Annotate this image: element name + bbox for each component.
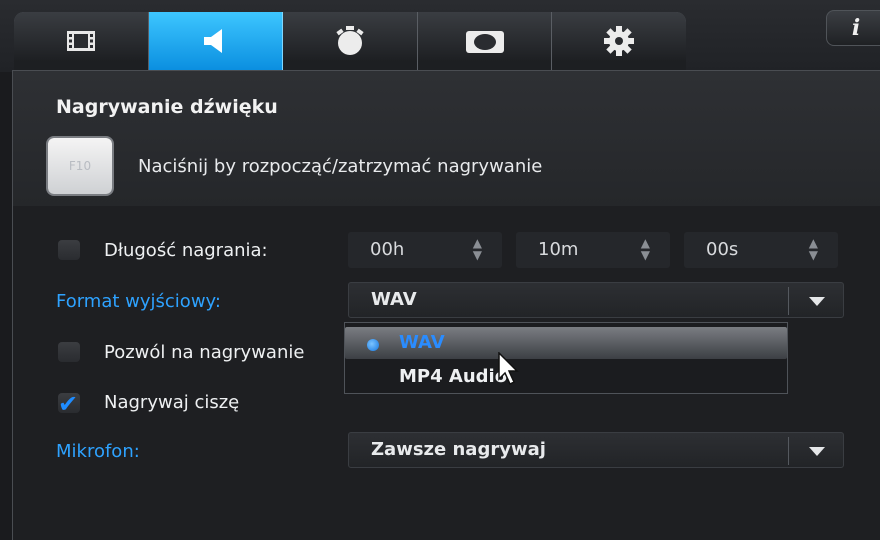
- stopwatch-icon: [336, 26, 364, 55]
- stepper-arrows-icon[interactable]: ▲ ▼: [641, 237, 650, 261]
- hours-value: 00h: [370, 239, 405, 260]
- output-format-dropdown: WAV MP4 Audio: [344, 322, 788, 394]
- record-silence-label: Nagrywaj ciszę: [104, 392, 240, 413]
- dropdown-option-mp4-audio[interactable]: MP4 Audio: [345, 361, 787, 393]
- microphone-value: Zawsze nagrywaj: [371, 439, 546, 460]
- tab-video[interactable]: [14, 12, 149, 70]
- tab-timer[interactable]: [283, 12, 418, 70]
- tab-bar: [14, 12, 686, 70]
- dropdown-option-wav[interactable]: WAV: [345, 327, 787, 359]
- hotkey-button[interactable]: F10: [48, 138, 112, 194]
- select-divider: [788, 437, 789, 465]
- speaker-icon: [204, 29, 223, 53]
- section-title: Nagrywanie dźwięku: [56, 96, 278, 118]
- duration-label: Długość nagrania:: [104, 240, 268, 261]
- seconds-stepper[interactable]: 00s ▲ ▼: [684, 232, 838, 268]
- hotkey-label: F10: [68, 159, 92, 173]
- output-format-label: Format wyjściowy:: [56, 291, 221, 312]
- allow-recording-label: Pozwól na nagrywanie: [104, 342, 305, 363]
- seconds-value: 00s: [706, 239, 739, 260]
- info-icon: i: [851, 15, 861, 41]
- minutes-stepper[interactable]: 10m ▲ ▼: [516, 232, 670, 268]
- output-format-select[interactable]: WAV: [348, 282, 844, 318]
- selected-dot-icon: [367, 339, 379, 351]
- microphone-select[interactable]: Zawsze nagrywaj: [348, 432, 844, 468]
- chevron-down-icon[interactable]: [809, 447, 825, 456]
- allow-recording-checkbox[interactable]: [58, 342, 80, 362]
- tab-audio[interactable]: [148, 12, 284, 70]
- stepper-arrows-icon[interactable]: ▲ ▼: [473, 237, 482, 261]
- hotkey-section: [12, 70, 880, 206]
- output-format-value: WAV: [371, 289, 417, 310]
- minutes-value: 10m: [538, 239, 579, 260]
- select-divider: [788, 287, 789, 315]
- tab-screenshot[interactable]: [417, 12, 553, 70]
- microphone-label: Mikrofon:: [56, 441, 140, 462]
- duration-checkbox[interactable]: [58, 240, 80, 260]
- hours-stepper[interactable]: 00h ▲ ▼: [348, 232, 502, 268]
- stepper-arrows-icon[interactable]: ▲ ▼: [809, 237, 818, 261]
- checkmark-icon[interactable]: ✔: [58, 390, 78, 418]
- chevron-down-icon[interactable]: [809, 297, 825, 306]
- hotkey-hint: Naciśnij by rozpocząć/zatrzymać nagrywan…: [138, 156, 543, 177]
- mouse-pointer-icon: [498, 352, 519, 386]
- option-label: WAV: [399, 332, 445, 353]
- gear-icon: [604, 26, 635, 56]
- camera-icon: [465, 31, 504, 53]
- info-button[interactable]: i: [826, 10, 880, 46]
- option-label: MP4 Audio: [399, 366, 508, 387]
- tab-settings[interactable]: [552, 12, 686, 70]
- film-icon: [66, 31, 95, 51]
